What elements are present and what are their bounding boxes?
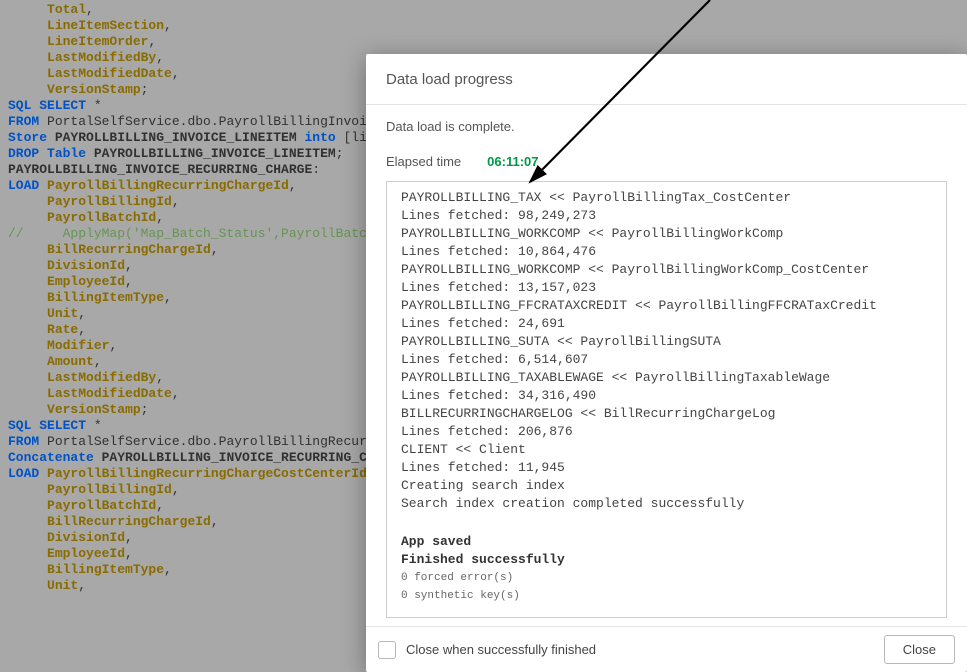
code-line: Total, — [8, 2, 959, 18]
code-line: LineItemOrder, — [8, 34, 959, 50]
log-line: Search index creation completed successf… — [401, 495, 932, 513]
log-line: PAYROLLBILLING_FFCRATAXCREDIT << Payroll… — [401, 297, 932, 315]
log-line: Creating search index — [401, 477, 932, 495]
dialog-footer: Close when successfully finished Close — [366, 626, 967, 672]
close-when-finished-option[interactable]: Close when successfully finished — [378, 641, 596, 659]
log-line: BILLRECURRINGCHARGELOG << BillRecurringC… — [401, 405, 932, 423]
log-line: 0 forced error(s) — [401, 569, 932, 587]
log-line: 0 synthetic key(s) — [401, 587, 932, 605]
log-line: PAYROLLBILLING_SUTA << PayrollBillingSUT… — [401, 333, 932, 351]
log-line: Lines fetched: 13,157,023 — [401, 279, 932, 297]
log-line: Lines fetched: 24,691 — [401, 315, 932, 333]
dialog-body: Data load is complete. Elapsed time 06:1… — [366, 105, 967, 626]
close-button[interactable]: Close — [884, 635, 955, 664]
log-line: Lines fetched: 11,945 — [401, 459, 932, 477]
log-line: Lines fetched: 206,876 — [401, 423, 932, 441]
log-line: PAYROLLBILLING_TAX << PayrollBillingTax_… — [401, 189, 932, 207]
log-line — [401, 513, 932, 533]
log-line: PAYROLLBILLING_TAXABLEWAGE << PayrollBil… — [401, 369, 932, 387]
log-line: Lines fetched: 6,514,607 — [401, 351, 932, 369]
log-line: PAYROLLBILLING_WORKCOMP << PayrollBillin… — [401, 261, 932, 279]
log-output[interactable]: PAYROLLBILLING_TAX << PayrollBillingTax_… — [386, 181, 947, 618]
log-line: App saved — [401, 533, 932, 551]
checkbox-icon[interactable] — [378, 641, 396, 659]
elapsed-label: Elapsed time — [386, 154, 461, 169]
log-line: CLIENT << Client — [401, 441, 932, 459]
status-text: Data load is complete. — [386, 119, 947, 134]
elapsed-row: Elapsed time 06:11:07 — [386, 154, 947, 169]
dialog-title: Data load progress — [366, 54, 967, 105]
log-line: Lines fetched: 98,249,273 — [401, 207, 932, 225]
log-line: Finished successfully — [401, 551, 932, 569]
checkbox-label: Close when successfully finished — [406, 642, 596, 657]
log-line: PAYROLLBILLING_WORKCOMP << PayrollBillin… — [401, 225, 932, 243]
log-line: Lines fetched: 34,316,490 — [401, 387, 932, 405]
log-line: Lines fetched: 10,864,476 — [401, 243, 932, 261]
data-load-progress-dialog: Data load progress Data load is complete… — [366, 54, 967, 672]
elapsed-value: 06:11:07 — [487, 154, 538, 169]
code-line: LineItemSection, — [8, 18, 959, 34]
